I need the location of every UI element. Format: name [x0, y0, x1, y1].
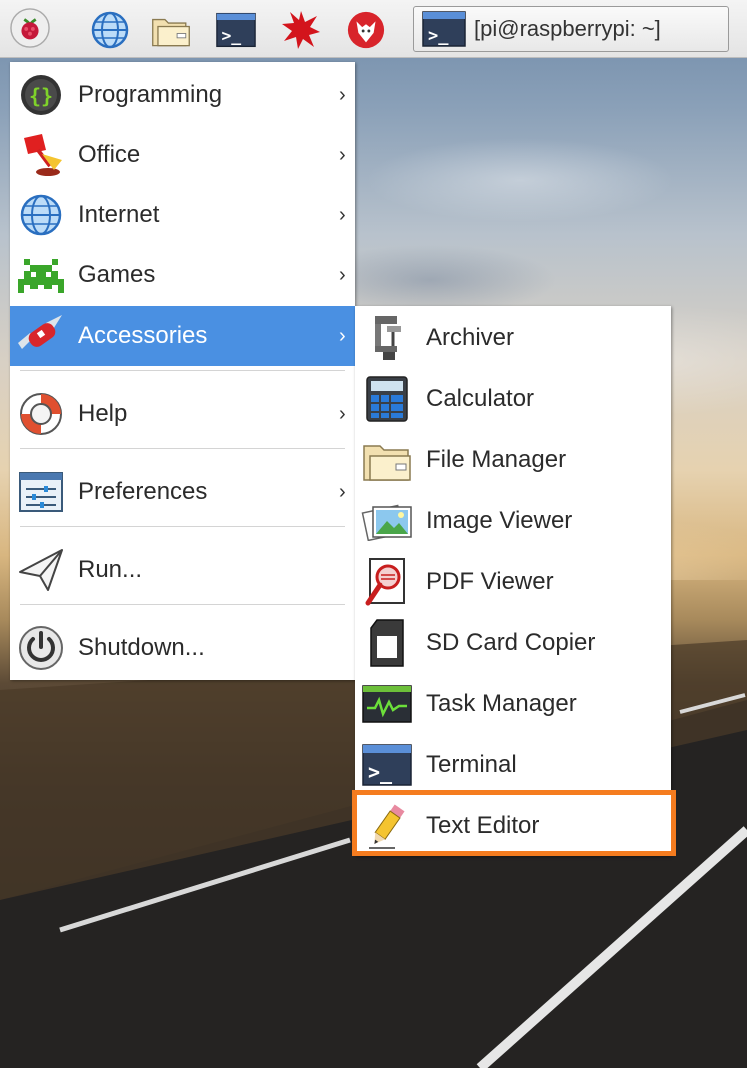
clamp-icon	[361, 313, 413, 363]
programming-icon: {}	[16, 72, 66, 118]
submenu-item-archiver[interactable]: Archiver	[355, 308, 671, 368]
svg-text:>_: >_	[428, 26, 449, 46]
preferences-icon	[16, 469, 66, 515]
submenu-item-label: SD Card Copier	[426, 629, 596, 656]
menu-item-label: Internet	[78, 201, 160, 228]
submenu-item-task-manager[interactable]: Task Manager	[355, 674, 671, 734]
taskbar-window-label: [pi@raspberrypi: ~]	[474, 16, 661, 41]
calculator-icon	[361, 374, 413, 424]
menu-item-shutdown[interactable]: Shutdown...	[10, 618, 355, 678]
submenu-arrow-icon: ›	[339, 324, 346, 347]
submenu-item-label: PDF Viewer	[426, 568, 554, 595]
menu-separator	[20, 448, 345, 449]
image-icon	[361, 496, 413, 546]
submenu-item-label: Archiver	[426, 324, 515, 351]
mathematica-icon[interactable]	[281, 10, 321, 50]
menu-item-label: Shutdown...	[78, 634, 205, 661]
submenu-item-label: File Manager	[426, 446, 567, 473]
globe-icon[interactable]	[90, 10, 130, 50]
submenu-item-label: Image Viewer	[426, 507, 573, 534]
menu-separator	[20, 604, 345, 605]
menu-item-office[interactable]: Office ›	[10, 125, 355, 185]
raspberry-menu-icon[interactable]	[10, 8, 50, 48]
submenu-arrow-icon: ›	[339, 263, 346, 286]
submenu-item-pdf-viewer[interactable]: PDF Viewer	[355, 552, 671, 612]
power-icon	[16, 625, 66, 671]
menu-item-games[interactable]: Games ›	[10, 245, 355, 305]
menu-separator	[20, 370, 345, 371]
submenu-arrow-icon: ›	[339, 143, 346, 166]
submenu-arrow-icon: ›	[339, 480, 346, 503]
menu-item-label: Run...	[78, 556, 143, 583]
menu-separator	[20, 526, 345, 527]
menu-item-label: Programming	[78, 81, 223, 108]
submenu-arrow-icon: ›	[339, 203, 346, 226]
submenu-item-label: Task Manager	[426, 690, 577, 717]
svg-text:{}: {}	[29, 84, 53, 108]
svg-text:>_: >_	[221, 26, 241, 45]
folder-icon	[361, 435, 413, 485]
lifebuoy-icon	[16, 391, 66, 437]
menu-item-help[interactable]: Help ›	[10, 384, 355, 444]
menu-item-preferences[interactable]: Preferences ›	[10, 462, 355, 522]
submenu-item-label: Terminal	[426, 751, 517, 778]
submenu-item-label: Calculator	[426, 385, 535, 412]
submenu-arrow-icon: ›	[339, 402, 346, 425]
terminal-icon: >_	[361, 740, 413, 790]
pencil-icon	[361, 801, 413, 851]
menu-item-label: Accessories	[78, 322, 208, 349]
menu-item-run[interactable]: Run...	[10, 540, 355, 600]
submenu-arrow-icon: ›	[339, 83, 346, 106]
submenu-item-label: Text Editor	[426, 812, 540, 839]
menu-item-label: Games	[78, 261, 156, 288]
terminal-icon[interactable]: >_	[216, 10, 256, 50]
taskbar: >_ >_ [pi@raspberrypi: ~]	[0, 0, 747, 58]
menu-item-programming[interactable]: {} Programming ›	[10, 65, 355, 125]
submenu-item-file-manager[interactable]: File Manager	[355, 430, 671, 490]
menu-item-label: Help	[78, 400, 128, 427]
submenu-item-image-viewer[interactable]: Image Viewer	[355, 491, 671, 551]
globe-icon	[16, 192, 66, 238]
menu-item-label: Preferences	[78, 478, 208, 505]
submenu-item-text-editor[interactable]: Text Editor	[355, 796, 671, 856]
menu-item-label: Office	[78, 141, 141, 168]
folder-icon[interactable]	[151, 10, 191, 50]
terminal-icon: >_	[422, 11, 466, 47]
submenu-item-sd-card-copier[interactable]: SD Card Copier	[355, 613, 671, 673]
submenu-item-calculator[interactable]: Calculator	[355, 369, 671, 429]
paper-plane-icon	[16, 547, 66, 593]
taskbar-window-terminal[interactable]: >_ [pi@raspberrypi: ~]	[413, 6, 729, 52]
office-lamp-icon	[16, 132, 66, 178]
main-menu: {} Programming › Office › Internet › Gam…	[10, 62, 355, 680]
task-monitor-icon	[361, 679, 413, 729]
submenu-item-terminal[interactable]: >_ Terminal	[355, 735, 671, 795]
accessories-submenu: Archiver Calculator File Manager Image V…	[355, 306, 671, 856]
wolfram-icon[interactable]	[346, 10, 386, 50]
swiss-knife-icon	[16, 313, 66, 359]
menu-item-accessories[interactable]: Accessories ›	[10, 306, 355, 366]
sd-card-icon	[361, 618, 413, 668]
svg-text:>_: >_	[368, 760, 393, 784]
space-invader-icon	[16, 252, 66, 298]
pdf-magnifier-icon	[361, 557, 413, 607]
menu-item-internet[interactable]: Internet ›	[10, 185, 355, 245]
